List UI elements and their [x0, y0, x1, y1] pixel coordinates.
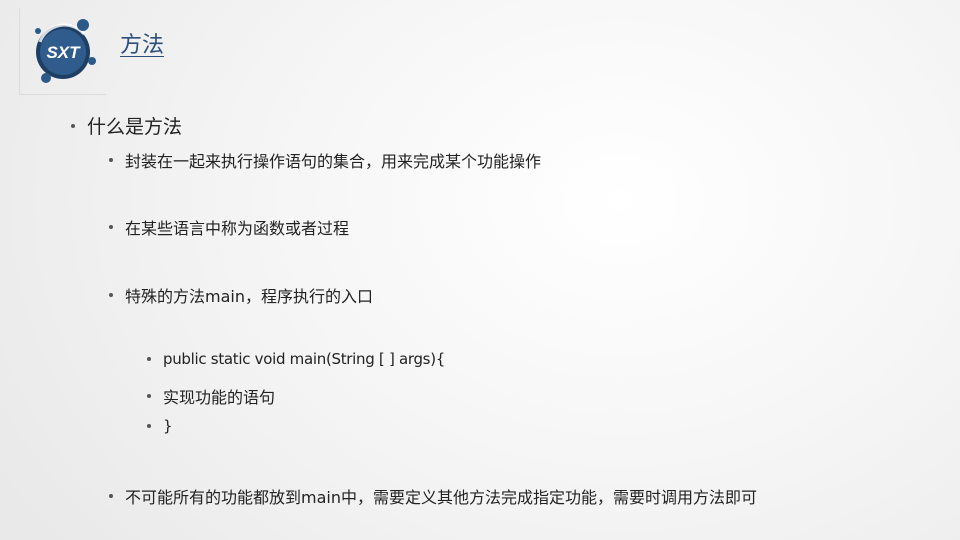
- code-line: }: [147, 417, 173, 435]
- heading-bullet: 什么是方法: [71, 112, 182, 139]
- bullet-dot: [147, 424, 151, 428]
- code-line: 实现功能的语句: [147, 384, 275, 408]
- point-text: 封装在一起来执行操作语句的集合，用来完成某个功能操作: [125, 152, 542, 171]
- code-text: 实现功能的语句: [163, 388, 276, 407]
- logo-text: SXT: [46, 43, 81, 62]
- bullet-dot: [109, 158, 113, 162]
- point-item: 不可能所有的功能都放到main中，需要定义其他方法完成指定功能，需要时调用方法即…: [109, 484, 757, 508]
- bullet-dot: [147, 357, 151, 361]
- bullet-dot: [109, 293, 113, 297]
- point-item: 特殊的方法main，程序执行的入口: [109, 283, 373, 307]
- point-text: 特殊的方法main，程序执行的入口: [125, 287, 373, 306]
- bullet-dot: [71, 123, 75, 128]
- point-item: 在某些语言中称为函数或者过程: [109, 215, 349, 239]
- heading-text: 什么是方法: [87, 116, 183, 138]
- code-text: public static void main(String [ ] args)…: [163, 350, 445, 368]
- code-line: public static void main(String [ ] args)…: [147, 350, 445, 368]
- bullet-dot: [109, 225, 113, 229]
- sxt-logo-icon: SXT: [35, 19, 96, 83]
- logo-frame: SXT: [19, 8, 106, 95]
- point-item: 封装在一起来执行操作语句的集合，用来完成某个功能操作: [109, 148, 541, 172]
- point-text: 在某些语言中称为函数或者过程: [125, 219, 350, 238]
- bullet-dot: [147, 394, 151, 398]
- slide-title: 方法: [120, 33, 165, 58]
- code-text: }: [163, 417, 173, 435]
- point-text: 不可能所有的功能都放到main中，需要定义其他方法完成指定功能，需要时调用方法即…: [125, 488, 757, 507]
- bullet-dot: [109, 494, 113, 498]
